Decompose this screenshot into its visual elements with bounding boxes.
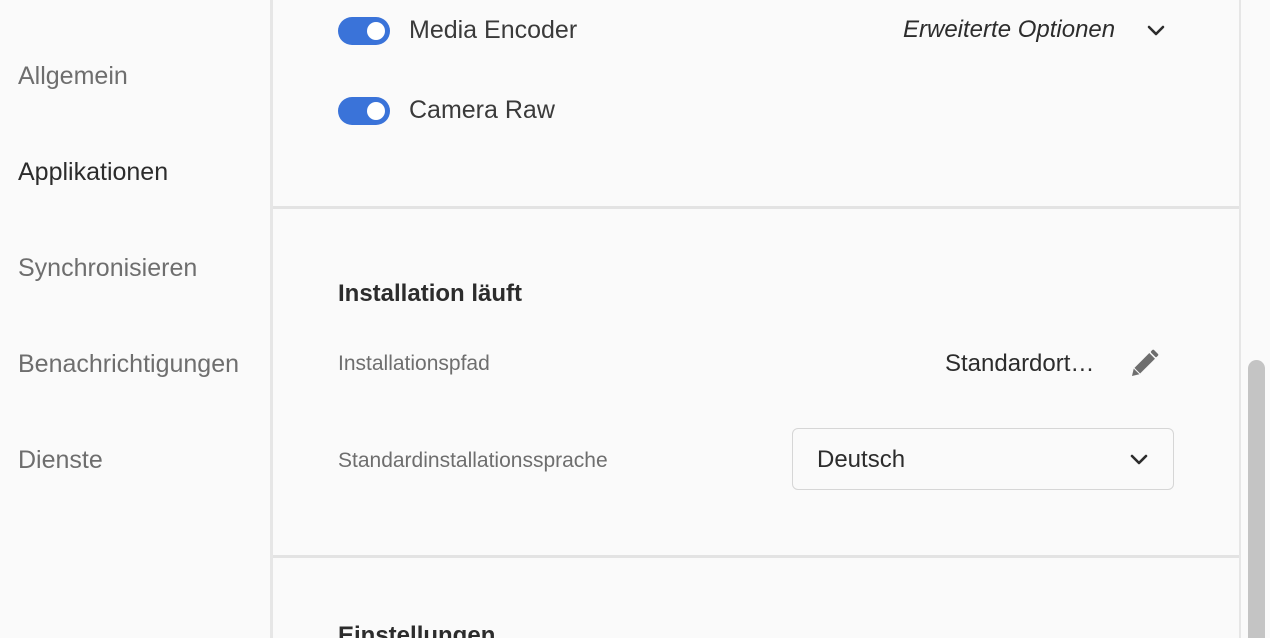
install-language-label: Standardinstallationssprache	[338, 449, 608, 472]
sidebar-item-applikationen[interactable]: Applikationen	[18, 158, 168, 187]
sidebar-item-allgemein[interactable]: Allgemein	[18, 62, 128, 91]
section-divider	[273, 555, 1240, 558]
camera-raw-label: Camera Raw	[409, 96, 555, 124]
scrollbar-thumb[interactable]	[1248, 360, 1265, 638]
camera-raw-toggle[interactable]	[338, 97, 390, 125]
sidebar-item-synchronisieren[interactable]: Synchronisieren	[18, 254, 197, 283]
language-select[interactable]: Deutsch	[792, 428, 1174, 490]
install-path-value: Standardort…	[945, 350, 1095, 377]
media-encoder-toggle[interactable]	[338, 17, 390, 45]
language-select-value: Deutsch	[817, 446, 906, 473]
app-window: Allgemein Applikationen Synchronisieren …	[0, 0, 1270, 638]
pencil-icon[interactable]	[1126, 346, 1162, 382]
chevron-down-icon[interactable]	[1146, 24, 1166, 38]
toggle-knob	[367, 22, 385, 40]
install-section-title: Installation läuft	[338, 280, 523, 307]
sidebar: Allgemein Applikationen Synchronisieren …	[0, 0, 270, 638]
chevron-down-icon	[1130, 454, 1148, 465]
sidebar-item-dienste[interactable]: Dienste	[18, 446, 103, 475]
advanced-options-link[interactable]: Erweiterte Optionen	[903, 16, 1115, 44]
section-divider	[273, 206, 1240, 209]
install-path-label: Installationspfad	[338, 352, 490, 375]
sidebar-item-benachrichtigungen[interactable]: Benachrichtigungen	[18, 350, 239, 379]
media-encoder-label: Media Encoder	[409, 16, 578, 44]
toggle-knob	[367, 102, 385, 120]
settings-section-title: Einstellungen	[338, 622, 496, 638]
